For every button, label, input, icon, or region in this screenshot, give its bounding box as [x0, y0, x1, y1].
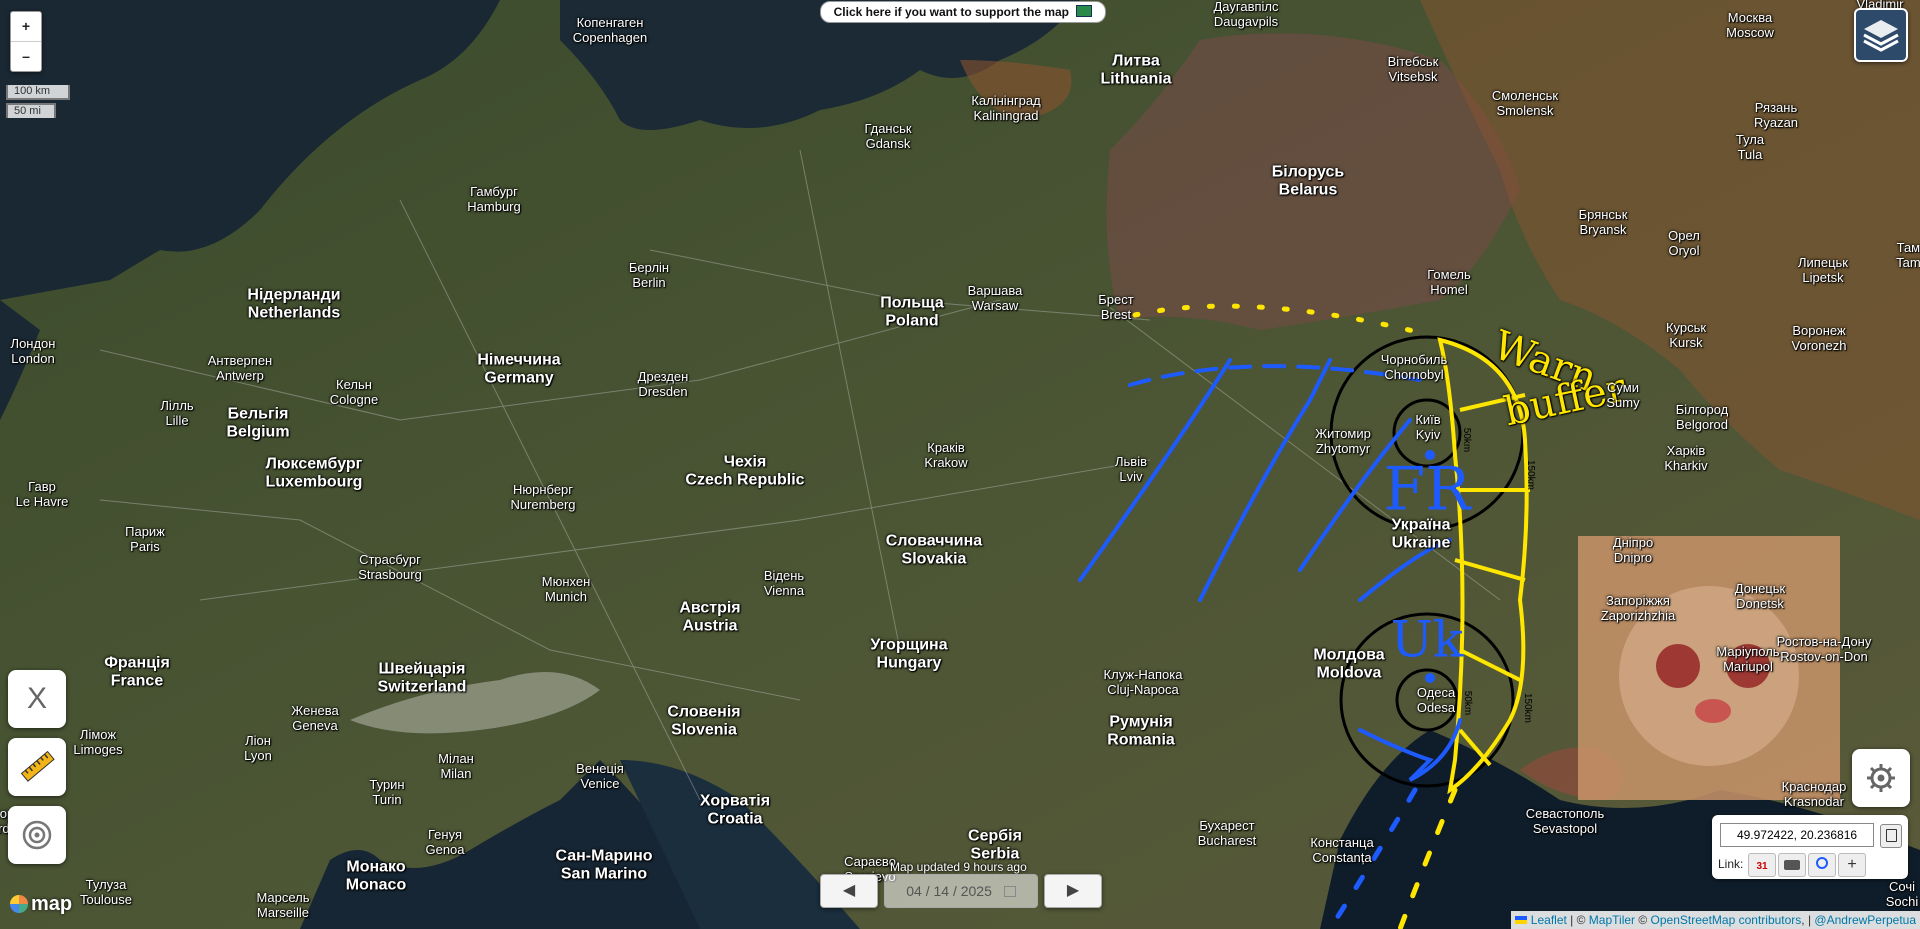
layers-button[interactable]: [1854, 8, 1908, 62]
maptiler-logo-text: map: [31, 893, 73, 915]
next-day-button[interactable]: ▶: [1044, 874, 1102, 908]
clear-drawing-button[interactable]: X: [8, 670, 66, 728]
scale-km: 100 km: [6, 85, 70, 100]
author-link[interactable]: @AndrewPerpetua: [1814, 913, 1916, 927]
warn-buffer-outline: [1437, 337, 1529, 795]
money-icon: [1076, 5, 1093, 17]
support-map-button[interactable]: Click here if you want to support the ma…: [820, 1, 1106, 23]
date-value: 04 / 14 / 2025: [906, 883, 992, 899]
zoom-in-button[interactable]: +: [11, 12, 41, 41]
x-icon: X: [26, 682, 47, 715]
crosshair-link-button[interactable]: +: [1838, 853, 1866, 877]
ukraine-flag-icon: [1515, 916, 1528, 924]
gear-icon: [1867, 764, 1895, 792]
locate-button[interactable]: [8, 806, 66, 864]
coordinates-panel: Link: 31 +: [1712, 815, 1908, 879]
yellow-dotted-sea-line: [1397, 787, 1458, 929]
osm-link[interactable]: OpenStreetMap contributors: [1651, 913, 1802, 927]
arrow-left-icon: ◀: [842, 882, 856, 899]
attribution-separator: ©: [1635, 913, 1651, 927]
previous-day-button[interactable]: ◀: [820, 874, 878, 908]
attribution-separator: | ©: [1566, 913, 1589, 927]
scale-mi: 50 mi: [6, 103, 56, 118]
settings-button[interactable]: [1852, 749, 1910, 807]
calendar-picker-icon: [1003, 886, 1016, 897]
world-map-icon: [1784, 860, 1800, 870]
maptiler-logo-icon: [10, 895, 28, 913]
target-icon: [22, 820, 52, 850]
maptiler-logo[interactable]: map: [10, 893, 72, 916]
coordinates-input[interactable]: [1720, 823, 1874, 847]
calendar-icon: 31: [1756, 861, 1768, 872]
link-label: Link:: [1718, 857, 1744, 871]
attribution-bar: Leaflet | © MapTiler © OpenStreetMap con…: [1511, 911, 1920, 929]
support-label: Click here if you want to support the ma…: [833, 5, 1069, 19]
map-updated-text: Map updated 9 hours ago: [890, 860, 1027, 874]
map-viewport[interactable]: Warn buffer FR Uk 50km 150km 50km 150km …: [0, 0, 1920, 929]
crosshair-icon: +: [1847, 856, 1857, 873]
leaflet-link[interactable]: Leaflet: [1531, 913, 1567, 927]
scale-bar: 100 km 50 mi: [6, 85, 70, 121]
clipboard-icon: [1885, 829, 1897, 842]
arrow-right-icon: ▶: [1066, 882, 1080, 899]
magnifier-icon: [1816, 857, 1828, 869]
date-picker[interactable]: 04 / 14 / 2025: [884, 874, 1038, 908]
map-link-button[interactable]: [1778, 853, 1806, 877]
calendar-link-button[interactable]: 31: [1748, 853, 1776, 877]
attribution-separator: , |: [1801, 913, 1815, 927]
blue-dotted-sea-line: [1327, 787, 1418, 929]
ruler-icon: [20, 750, 55, 782]
copy-coordinates-button[interactable]: [1880, 824, 1902, 848]
layers-icon: [1863, 20, 1899, 52]
zoom-link-button[interactable]: [1808, 853, 1836, 877]
user-drawing-layer: [1078, 303, 1530, 929]
zoom-control: + –: [10, 11, 42, 72]
yellow-dotted-border: [1132, 303, 1433, 338]
ruler-button[interactable]: [8, 738, 66, 796]
maptiler-link[interactable]: MapTiler: [1589, 913, 1635, 927]
zoom-out-button[interactable]: –: [11, 41, 41, 71]
